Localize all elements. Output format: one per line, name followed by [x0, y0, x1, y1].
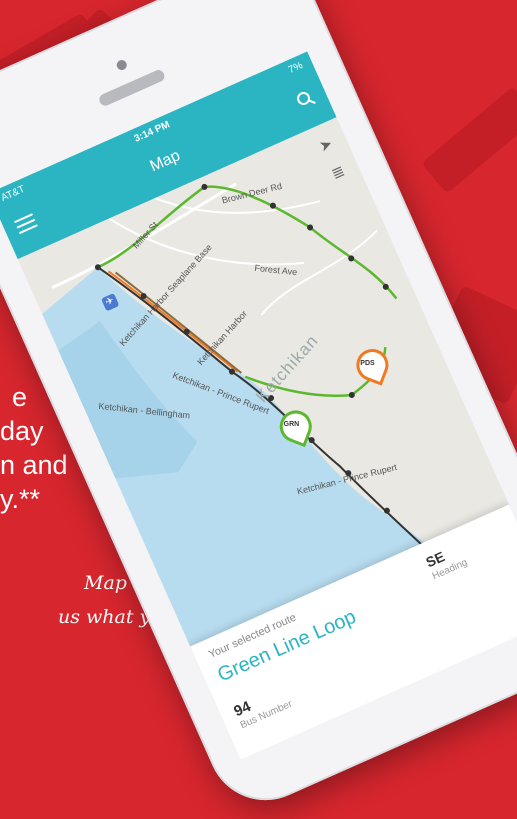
bus-marker-label: PDS [360, 359, 375, 367]
bus-marker-label: GRN [283, 421, 300, 429]
front-camera [115, 58, 129, 72]
promo-line: n and [0, 450, 68, 480]
location-arrow-icon: ➤ [316, 135, 336, 156]
promo-line: y.** [0, 484, 41, 514]
promo-line: e [12, 382, 28, 412]
layers-icon: ≣ [329, 162, 348, 184]
promo-line: day [0, 416, 44, 446]
earpiece-speaker [97, 68, 167, 108]
